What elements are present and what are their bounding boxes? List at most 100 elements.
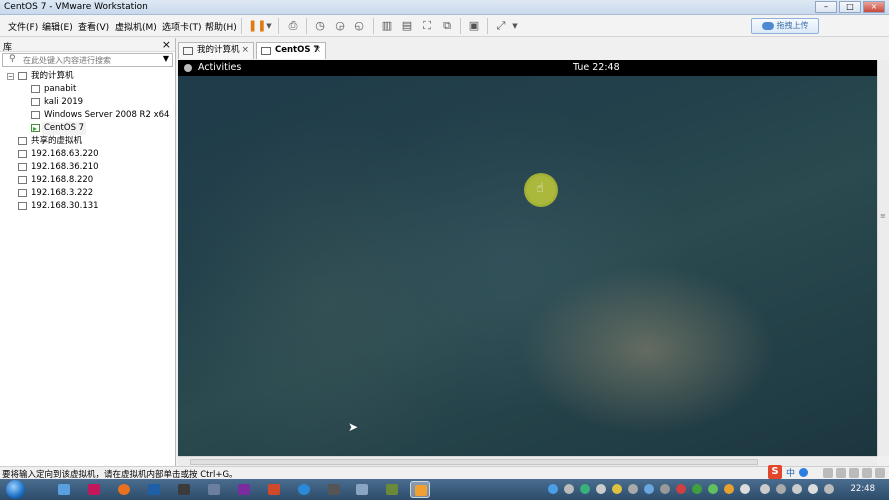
ime-mode-icon[interactable] [799,467,809,477]
volume-tray-icon[interactable] [808,484,818,494]
tray-icon[interactable] [596,484,606,494]
taskbar-app[interactable] [174,481,194,498]
remote-host-icon [18,189,27,197]
vmware-icon [415,485,427,496]
taskbar-app-vmware[interactable] [410,481,430,498]
taskbar-app[interactable] [324,481,344,498]
taskbar-app[interactable] [264,481,284,498]
chevron-down-icon[interactable]: ▼ [163,54,169,63]
console-icon[interactable]: ▣ [467,19,481,33]
close-button[interactable]: × [863,1,885,13]
toolbar-separator [373,18,374,34]
taskbar-app[interactable] [54,481,74,498]
taskbar-app[interactable] [114,481,134,498]
tray-icon[interactable] [580,484,590,494]
tree-item-remote-host[interactable]: 192.168.30.131 [0,200,175,213]
tree-item-vm[interactable]: kali 2019 [0,96,175,109]
tab-my-computer[interactable]: 我的计算机 × [178,42,254,59]
minimize-button[interactable]: – [815,1,837,13]
tray-icon[interactable] [676,484,686,494]
send-keys-icon[interactable]: ⎙ [286,19,300,33]
thumbnail-view-icon[interactable]: ▤ [400,19,414,33]
tab-centos[interactable]: CentOS 7 × [256,42,326,59]
tray-icon[interactable] [644,484,654,494]
tree-item-my-computer[interactable]: − 我的计算机 [0,70,175,83]
tray-icon[interactable] [708,484,718,494]
taskbar-app[interactable] [294,481,314,498]
close-icon[interactable]: × [241,43,249,58]
menu-tabs[interactable]: 选项卡(T) [162,20,202,33]
tree-item-remote-host[interactable]: 192.168.3.222 [0,187,175,200]
snapshot-icon[interactable]: ◷ [313,19,327,33]
device-status-icons [823,468,885,478]
tray-icon[interactable] [628,484,638,494]
tray-icon[interactable] [660,484,670,494]
chevron-down-icon[interactable]: ▼ [508,19,522,33]
scroll-thumb[interactable]: ≡ [880,212,887,220]
unity-icon[interactable]: ⧉ [440,19,454,33]
menu-help[interactable]: 帮助(H) [205,20,237,33]
tree-item-vm[interactable]: Windows Server 2008 R2 x64 [0,109,175,122]
tree-item-shared-vms[interactable]: 共享的虚拟机 [0,135,175,148]
chevron-down-icon[interactable]: ▼ [262,19,276,33]
tree-item-remote-host[interactable]: 192.168.63.220 [0,148,175,161]
stretch-view-icon[interactable]: ⤢ [494,19,508,33]
windows-taskbar: 22:48 [0,479,889,500]
taskbar-app[interactable] [84,481,104,498]
tree-item-vm-running[interactable]: CentOS 7 [0,122,175,135]
library-tree: − 我的计算机 panabit kali 2019 Windows Server… [0,70,175,213]
tree-item-remote-host[interactable]: 192.168.36.210 [0,161,175,174]
menu-view[interactable]: 查看(V) [78,20,109,33]
taskbar-app[interactable] [144,481,164,498]
search-input[interactable] [23,54,163,66]
collapse-icon[interactable]: − [7,73,14,80]
taskbar-app[interactable] [234,481,254,498]
library-search[interactable]: ⚲ ▼ [2,53,173,67]
close-icon[interactable]: × [162,38,171,51]
tree-item-label: 192.168.63.220 [31,149,99,159]
tray-icon[interactable] [740,484,750,494]
tray-clock[interactable]: 22:48 [851,484,876,494]
pause-icon[interactable]: ❚❚ [248,19,266,33]
tray-icon[interactable] [612,484,622,494]
activities-button[interactable]: Activities [198,62,241,73]
tray-icon[interactable] [692,484,702,494]
scroll-track[interactable] [190,459,758,465]
tray-icon[interactable] [824,484,834,494]
tray-icon[interactable] [776,484,786,494]
tree-item-vm[interactable]: panabit [0,83,175,96]
close-icon[interactable]: × [313,43,321,58]
sogou-icon[interactable]: S [768,465,782,479]
app-icon [356,484,368,495]
vm-console[interactable]: Activities Tue 22:48 ☝ ➤ [178,60,877,456]
network-icon[interactable] [849,468,859,478]
tray-icon[interactable] [760,484,770,494]
taskbar-app[interactable] [352,481,372,498]
taskbar-app[interactable] [382,481,402,498]
cdrom-icon[interactable] [836,468,846,478]
sound-icon[interactable] [875,468,885,478]
tray-icon[interactable] [548,484,558,494]
tray-icon[interactable] [564,484,574,494]
usb-icon[interactable] [862,468,872,478]
library-pane: 库 × ⚲ ▼ − 我的计算机 panabit kali 2019 Window… [0,38,176,466]
menu-edit[interactable]: 编辑(E) [42,20,73,33]
tree-item-remote-host[interactable]: 192.168.8.220 [0,174,175,187]
library-view-icon[interactable]: ▥ [380,19,394,33]
menu-file[interactable]: 文件(F) [8,20,38,33]
window-controls: – □ × [815,1,885,13]
ime-lang-label[interactable]: 中 [786,466,795,479]
revert-snapshot-icon[interactable]: ◶ [333,19,347,33]
taskbar-app[interactable] [204,481,224,498]
gnome-clock[interactable]: Tue 22:48 [573,62,620,73]
menu-vm[interactable]: 虚拟机(M) [115,20,157,33]
network-tray-icon[interactable] [792,484,802,494]
maximize-button[interactable]: □ [839,1,861,13]
hdd-icon[interactable] [823,468,833,478]
drag-upload-button[interactable]: 拖拽上传 [751,18,819,34]
snapshot-manager-icon[interactable]: ◵ [352,19,366,33]
vertical-scrollbar[interactable]: ≡ [877,60,889,456]
start-button[interactable] [2,479,30,500]
tray-icon[interactable] [724,484,734,494]
fullscreen-icon[interactable]: ⛶ [420,19,434,33]
